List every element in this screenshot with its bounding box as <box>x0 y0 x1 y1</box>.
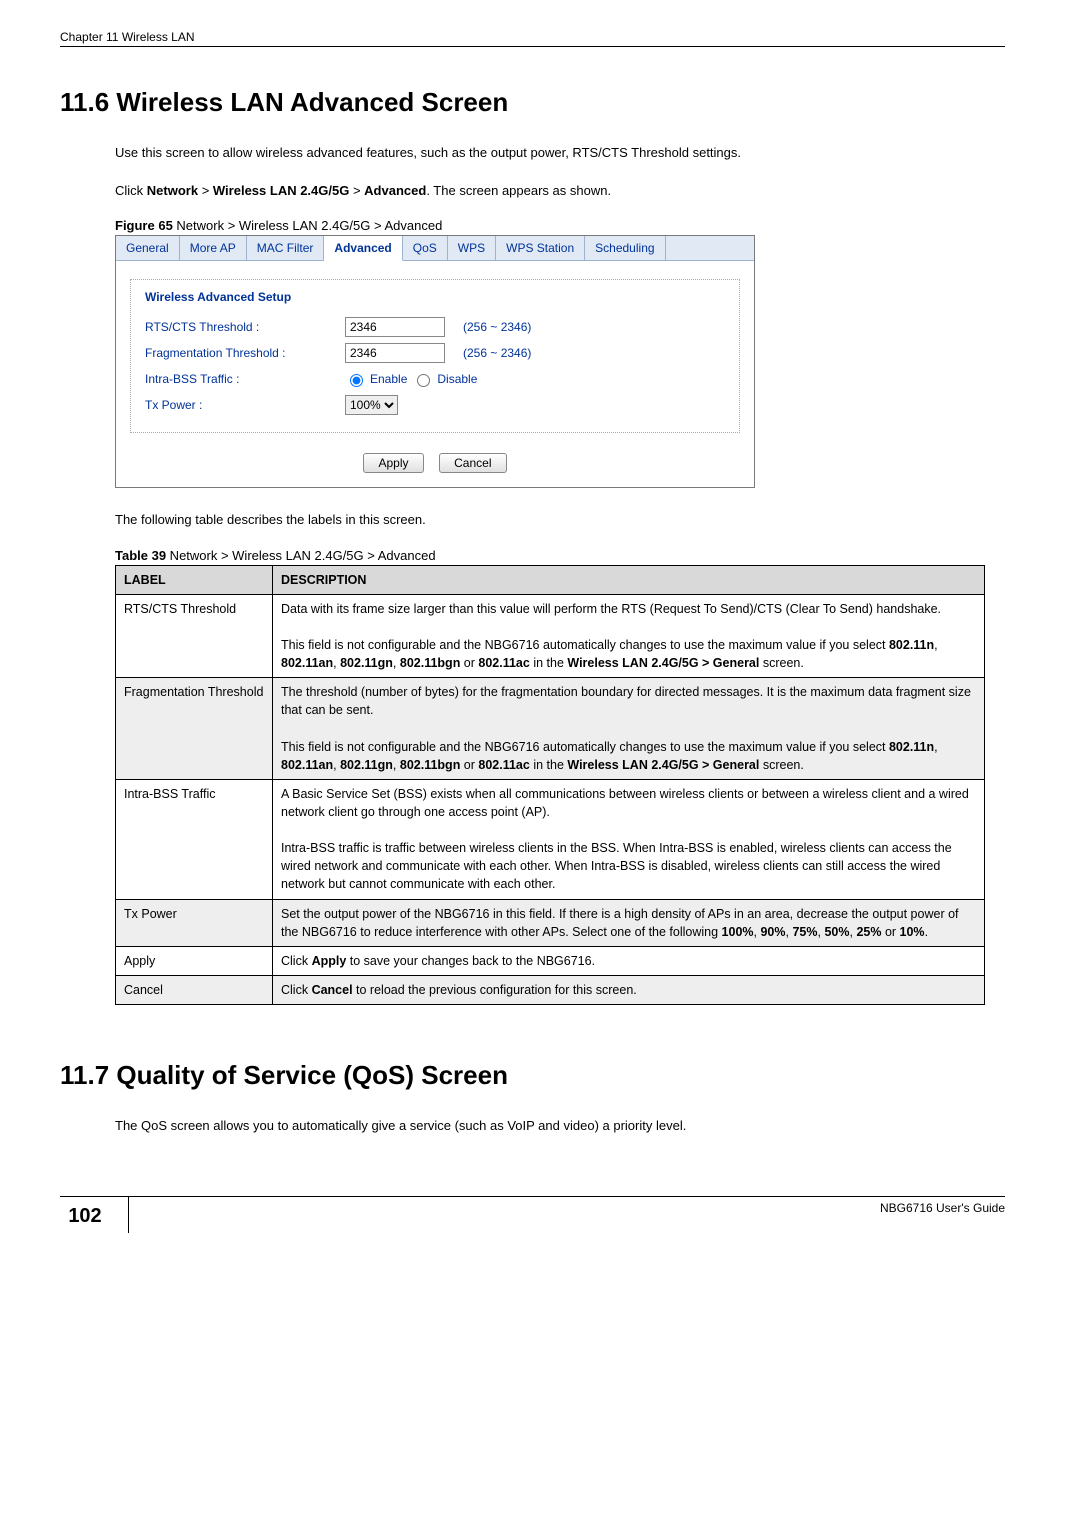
table-row: Intra-BSS TrafficA Basic Service Set (BS… <box>116 779 985 899</box>
cancel-button[interactable]: Cancel <box>439 453 506 473</box>
table-39-caption: Table 39 Network > Wireless LAN 2.4G/5G … <box>115 548 1005 563</box>
page-footer: 102 NBG6716 User's Guide <box>60 1196 1005 1233</box>
intra-bss-label: Intra-BSS Traffic : <box>145 372 345 386</box>
section-11-6-para1: Use this screen to allow wireless advanc… <box>115 143 1005 163</box>
intra-bss-row: Intra-BSS Traffic : Enable Disable <box>145 366 725 392</box>
figure-65-screenshot: General More AP MAC Filter Advanced QoS … <box>115 235 755 488</box>
tx-power-label: Tx Power : <box>145 398 345 412</box>
footer-line: NBG6716 User's Guide <box>129 1196 1005 1233</box>
table-row: ApplyClick Apply to save your changes ba… <box>116 946 985 975</box>
tab-mac-filter[interactable]: MAC Filter <box>247 236 325 260</box>
disable-label: Disable <box>437 372 477 386</box>
table-row: Fragmentation ThresholdThe threshold (nu… <box>116 678 985 780</box>
disable-radio[interactable] <box>417 374 430 387</box>
cell-description: The threshold (number of bytes) for the … <box>273 678 985 780</box>
tab-more-ap[interactable]: More AP <box>180 236 247 260</box>
cell-label: Apply <box>116 946 273 975</box>
th-description: DESCRIPTION <box>273 565 985 594</box>
tx-power-row: Tx Power : 100% <box>145 392 725 418</box>
frag-input[interactable] <box>345 343 445 363</box>
text: > <box>349 183 364 198</box>
enable-label: Enable <box>370 372 407 386</box>
rts-label: RTS/CTS Threshold : <box>145 320 345 334</box>
enable-radio[interactable] <box>350 374 363 387</box>
tab-wps-station[interactable]: WPS Station <box>496 236 585 260</box>
section-11-7-para1: The QoS screen allows you to automatical… <box>115 1116 1005 1136</box>
rts-input[interactable] <box>345 317 445 337</box>
setup-title: Wireless Advanced Setup <box>145 290 725 304</box>
wireless-advanced-setup-box: Wireless Advanced Setup RTS/CTS Threshol… <box>130 279 740 433</box>
table-row: RTS/CTS ThresholdData with its frame siz… <box>116 594 985 678</box>
table-label: Table 39 <box>115 548 166 563</box>
tab-advanced[interactable]: Advanced <box>324 236 402 261</box>
section-11-7-heading: 11.7 Quality of Service (QoS) Screen <box>60 1060 1005 1091</box>
figure-text: Network > Wireless LAN 2.4G/5G > Advance… <box>173 218 443 233</box>
guide-name: NBG6716 User's Guide <box>880 1201 1005 1215</box>
text-bold: Advanced <box>364 183 426 198</box>
tab-bar: General More AP MAC Filter Advanced QoS … <box>116 236 754 261</box>
cell-description: Click Apply to save your changes back to… <box>273 946 985 975</box>
rts-range: (256 ~ 2346) <box>463 320 531 334</box>
cell-label: Tx Power <box>116 899 273 946</box>
table-row: CancelClick Cancel to reload the previou… <box>116 975 985 1004</box>
apply-button[interactable]: Apply <box>363 453 423 473</box>
cell-description: Click Cancel to reload the previous conf… <box>273 975 985 1004</box>
tab-scheduling[interactable]: Scheduling <box>585 236 665 260</box>
page-number: 102 <box>60 1196 129 1233</box>
cell-label: Fragmentation Threshold <box>116 678 273 780</box>
table-row: Tx PowerSet the output power of the NBG6… <box>116 899 985 946</box>
cell-label: RTS/CTS Threshold <box>116 594 273 678</box>
tab-general[interactable]: General <box>116 236 180 260</box>
text: Click <box>115 183 147 198</box>
section-11-6-heading: 11.6 Wireless LAN Advanced Screen <box>60 87 1005 118</box>
chapter-header: Chapter 11 Wireless LAN <box>60 30 1005 47</box>
table-text: Network > Wireless LAN 2.4G/5G > Advance… <box>166 548 436 563</box>
frag-row: Fragmentation Threshold : (256 ~ 2346) <box>145 340 725 366</box>
frag-range: (256 ~ 2346) <box>463 346 531 360</box>
figure-65-caption: Figure 65 Network > Wireless LAN 2.4G/5G… <box>115 218 1005 233</box>
cell-description: Data with its frame size larger than thi… <box>273 594 985 678</box>
rts-row: RTS/CTS Threshold : (256 ~ 2346) <box>145 314 725 340</box>
figure-label: Figure 65 <box>115 218 173 233</box>
text: . The screen appears as shown. <box>426 183 611 198</box>
tab-wps[interactable]: WPS <box>448 236 496 260</box>
section-11-6-para2: Click Network > Wireless LAN 2.4G/5G > A… <box>115 181 1005 201</box>
cell-label: Intra-BSS Traffic <box>116 779 273 899</box>
text-bold: Wireless LAN 2.4G/5G <box>213 183 349 198</box>
cell-description: A Basic Service Set (BSS) exists when al… <box>273 779 985 899</box>
frag-label: Fragmentation Threshold : <box>145 346 345 360</box>
text: > <box>198 183 213 198</box>
cell-label: Cancel <box>116 975 273 1004</box>
cell-description: Set the output power of the NBG6716 in t… <box>273 899 985 946</box>
tab-qos[interactable]: QoS <box>403 236 448 260</box>
th-label: LABEL <box>116 565 273 594</box>
tx-power-select[interactable]: 100% <box>345 395 398 415</box>
text-bold: Network <box>147 183 198 198</box>
table-39: LABEL DESCRIPTION RTS/CTS ThresholdData … <box>115 565 985 1006</box>
button-row: Apply Cancel <box>116 443 754 487</box>
table-intro-text: The following table describes the labels… <box>115 510 1005 530</box>
